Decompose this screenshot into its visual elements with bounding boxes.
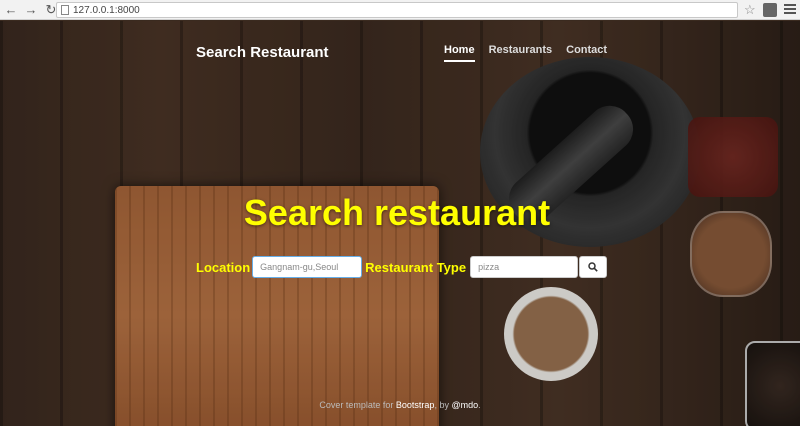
nav-contact[interactable]: Contact (566, 44, 607, 62)
back-icon[interactable]: ← (2, 1, 20, 19)
restaurant-type-label: Restaurant Type (365, 259, 467, 275)
restaurant-type-placeholder: pizza (478, 262, 500, 272)
browser-toolbar: ← → ↻ 127.0.0.1:8000 ☆ (0, 0, 800, 20)
search-icon (588, 262, 598, 272)
search-button[interactable] (579, 256, 608, 278)
address-bar[interactable]: 127.0.0.1:8000 (56, 2, 738, 18)
page-background: Search Restaurant Home Restaurants Conta… (0, 21, 800, 426)
restaurant-type-input[interactable]: pizza (470, 256, 579, 278)
location-placeholder: Gangnam-gu,Seoul (260, 262, 339, 272)
main-nav: Home Restaurants Contact (444, 44, 607, 62)
location-label: Location (196, 259, 251, 275)
bookmark-star-icon[interactable]: ☆ (744, 2, 756, 18)
mdo-link[interactable]: @mdo (451, 400, 478, 410)
nav-restaurants[interactable]: Restaurants (489, 44, 553, 62)
search-form: Location Gangnam-gu,Seoul Restaurant Typ… (196, 256, 608, 278)
footer-credit: Cover template for Bootstrap, by @mdo. (319, 400, 481, 410)
url-text: 127.0.0.1:8000 (73, 4, 140, 16)
brand-title: Search Restaurant (196, 44, 329, 61)
extension-icon[interactable] (763, 3, 777, 17)
bootstrap-link[interactable]: Bootstrap (396, 400, 435, 410)
hero-heading: Search restaurant (243, 192, 551, 233)
nav-home[interactable]: Home (444, 44, 475, 62)
menu-icon[interactable] (784, 4, 796, 16)
forward-icon[interactable]: → (22, 1, 40, 19)
location-input[interactable]: Gangnam-gu,Seoul (252, 256, 363, 278)
page-icon (61, 5, 69, 15)
